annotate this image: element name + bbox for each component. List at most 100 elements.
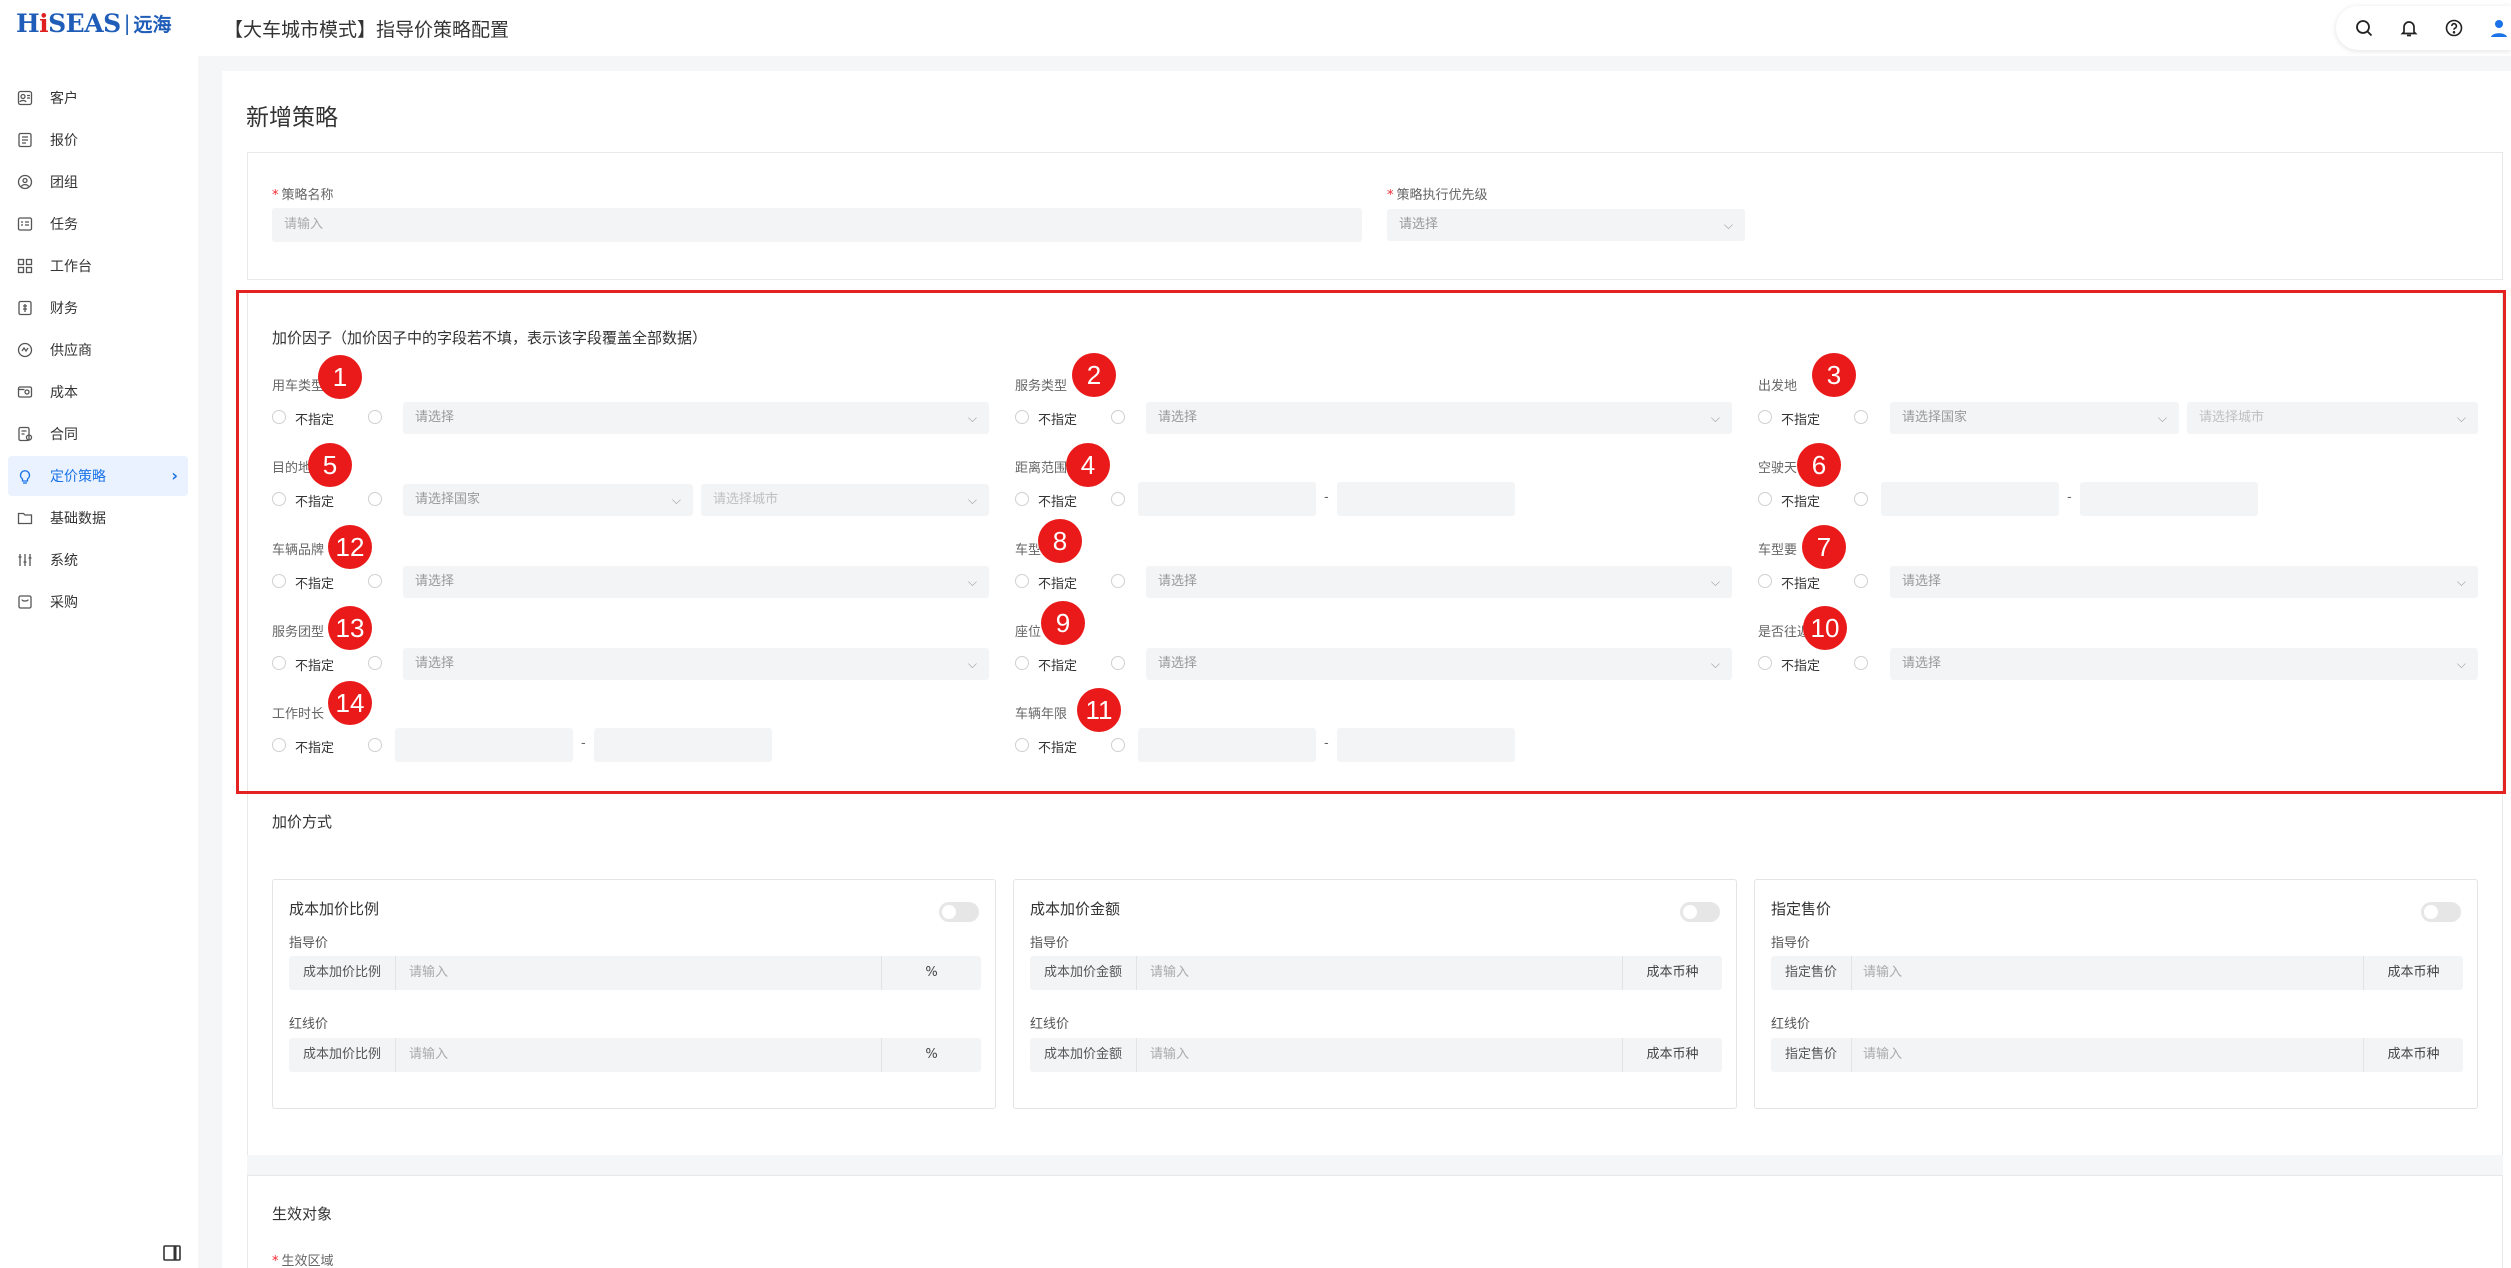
sidebar-item-pricing[interactable]: 定价策略 › (8, 456, 188, 496)
chevron-right-icon: › (171, 466, 178, 485)
annotation-badge: 1 (318, 355, 362, 399)
sidebar-item-supplier[interactable]: 供应商 (8, 330, 188, 370)
annotation-badge: 7 (1802, 525, 1846, 569)
quote-icon (15, 130, 35, 150)
fixed-price-toggle[interactable] (2421, 902, 2461, 922)
markup-card-ratio: 成本加价比例 指导价 成本加价比例 请输入 % 红线价 成本加价比例 请输入 % (272, 879, 996, 1109)
sidebar-item-contract[interactable]: 合同 (8, 414, 188, 454)
pricing-icon (15, 466, 35, 486)
redline-price-label: 红线价 (1030, 1017, 1070, 1032)
annotation-badge: 5 (308, 443, 352, 487)
effect-card (247, 1175, 2503, 1268)
sidebar-item-label: 任务 (50, 217, 78, 233)
system-icon (15, 550, 35, 570)
sidebar-nav: 客户 报价 团组 任务 工作台 财务 供应商 成本 合同 定价策略 › 基础数据… (8, 78, 188, 624)
sidebar-item-system[interactable]: 系统 (8, 540, 188, 580)
guide-price-input[interactable]: 成本加价金额 请输入 成本币种 (1030, 956, 1722, 990)
redline-price-label: 红线价 (289, 1017, 329, 1032)
workbench-icon (15, 256, 35, 276)
guide-price-label: 指导价 (1771, 936, 1811, 951)
ratio-toggle[interactable] (939, 902, 979, 922)
group-icon (15, 172, 35, 192)
cost-icon (15, 382, 35, 402)
markup-card-fixed-price: 指定售价 指导价 指定售价 请输入 成本币种 红线价 指定售价 请输入 成本币种 (1754, 879, 2478, 1109)
sidebar-item-label: 定价策略 (50, 469, 106, 485)
sidebar-item-label: 采购 (50, 595, 78, 611)
annotation-badge: 2 (1072, 353, 1116, 397)
sidebar-item-label: 工作台 (50, 259, 92, 275)
logo-text: HiSEAS (16, 8, 121, 38)
sidebar-item-label: 客户 (50, 91, 78, 107)
strategy-name-input[interactable]: 请输入 (272, 208, 1362, 242)
sidebar-item-label: 成本 (50, 385, 78, 401)
effect-region-label: * 生效区域 (272, 1254, 334, 1268)
page-title: 新增策略 (246, 105, 338, 131)
sidebar-item-task[interactable]: 任务 (8, 204, 188, 244)
logo-cn: 远海 (133, 13, 172, 36)
section-gap (247, 1155, 2503, 1175)
amount-toggle[interactable] (1680, 902, 1720, 922)
sidebar-item-label: 基础数据 (50, 511, 106, 527)
page-header-title: 【大车城市模式】指导价策略配置 (224, 19, 510, 41)
customer-icon (15, 88, 35, 108)
sidebar-item-label: 系统 (50, 553, 78, 569)
markup-card-amount: 成本加价金额 指导价 成本加价金额 请输入 成本币种 红线价 成本加价金额 请输… (1013, 879, 1737, 1109)
sidebar-item-label: 团组 (50, 175, 78, 191)
data-icon (15, 508, 35, 528)
search-icon[interactable] (2352, 15, 2375, 41)
contract-icon (15, 424, 35, 444)
sidebar-item-quote[interactable]: 报价 (8, 120, 188, 160)
purchase-icon (15, 592, 35, 612)
annotation-badge: 10 (1803, 606, 1847, 650)
redline-price-input[interactable]: 指定售价 请输入 成本币种 (1771, 1038, 2463, 1072)
sidebar-item-purchase[interactable]: 采购 (8, 582, 188, 622)
bell-icon[interactable] (2397, 15, 2420, 41)
brand-logo[interactable]: HiSEAS | 远海 (16, 8, 171, 38)
annotation-badge: 6 (1797, 443, 1841, 487)
top-header: 【大车城市模式】指导价策略配置 (198, 0, 2511, 56)
sidebar-item-base-data[interactable]: 基础数据 (8, 498, 188, 538)
effect-section-title: 生效对象 (272, 1205, 333, 1223)
sidebar-item-finance[interactable]: 财务 (8, 288, 188, 328)
sidebar-item-label: 合同 (50, 427, 78, 443)
sidebar-item-customer[interactable]: 客户 (8, 78, 188, 118)
sidebar-item-cost[interactable]: 成本 (8, 372, 188, 412)
task-icon (15, 214, 35, 234)
guide-price-input[interactable]: 成本加价比例 请输入 % (289, 956, 981, 990)
markup-card-title: 成本加价比例 (289, 900, 380, 918)
guide-price-label: 指导价 (1030, 936, 1070, 951)
annotation-badge: 3 (1812, 353, 1856, 397)
priority-select[interactable]: 请选择 ⌵ (1387, 209, 1745, 241)
redline-price-input[interactable]: 成本加价金额 请输入 成本币种 (1030, 1038, 1722, 1072)
redline-price-label: 红线价 (1771, 1017, 1811, 1032)
sidebar-item-label: 供应商 (50, 343, 92, 359)
basic-info-card: * 策略名称 请输入 * 策略执行优先级 请选择 ⌵ (247, 152, 2503, 280)
user-avatar-icon[interactable] (2488, 15, 2511, 41)
sidebar-item-label: 报价 (50, 133, 78, 149)
annotation-badge: 14 (328, 681, 372, 725)
annotation-badge: 9 (1041, 601, 1085, 645)
strategy-name-label: * 策略名称 (272, 188, 334, 203)
collapse-sidebar-icon[interactable] (162, 1243, 182, 1263)
guide-price-input[interactable]: 指定售价 请输入 成本币种 (1771, 956, 2463, 990)
help-icon[interactable] (2443, 15, 2466, 41)
supplier-icon (15, 340, 35, 360)
guide-price-label: 指导价 (289, 936, 329, 951)
redline-price-input[interactable]: 成本加价比例 请输入 % (289, 1038, 981, 1072)
markup-section-title: 加价方式 (272, 813, 333, 831)
header-toolbar (2336, 6, 2511, 50)
annotation-badge: 8 (1038, 519, 1082, 563)
sidebar: HiSEAS | 远海 客户 报价 团组 任务 工作台 财务 供应商 成本 合同… (0, 0, 198, 1268)
markup-card-title: 指定售价 (1771, 900, 1832, 918)
annotation-badge: 12 (328, 525, 372, 569)
sidebar-item-label: 财务 (50, 301, 78, 317)
markup-card-title: 成本加价金额 (1030, 900, 1121, 918)
annotation-badge: 13 (328, 606, 372, 650)
sidebar-item-workbench[interactable]: 工作台 (8, 246, 188, 286)
priority-label: * 策略执行优先级 (1387, 188, 1488, 203)
sidebar-item-group[interactable]: 团组 (8, 162, 188, 202)
annotation-highlight-box (236, 290, 2506, 794)
annotation-badge: 4 (1066, 443, 1110, 487)
finance-icon (15, 298, 35, 318)
chevron-down-icon: ⌵ (1723, 218, 1733, 232)
